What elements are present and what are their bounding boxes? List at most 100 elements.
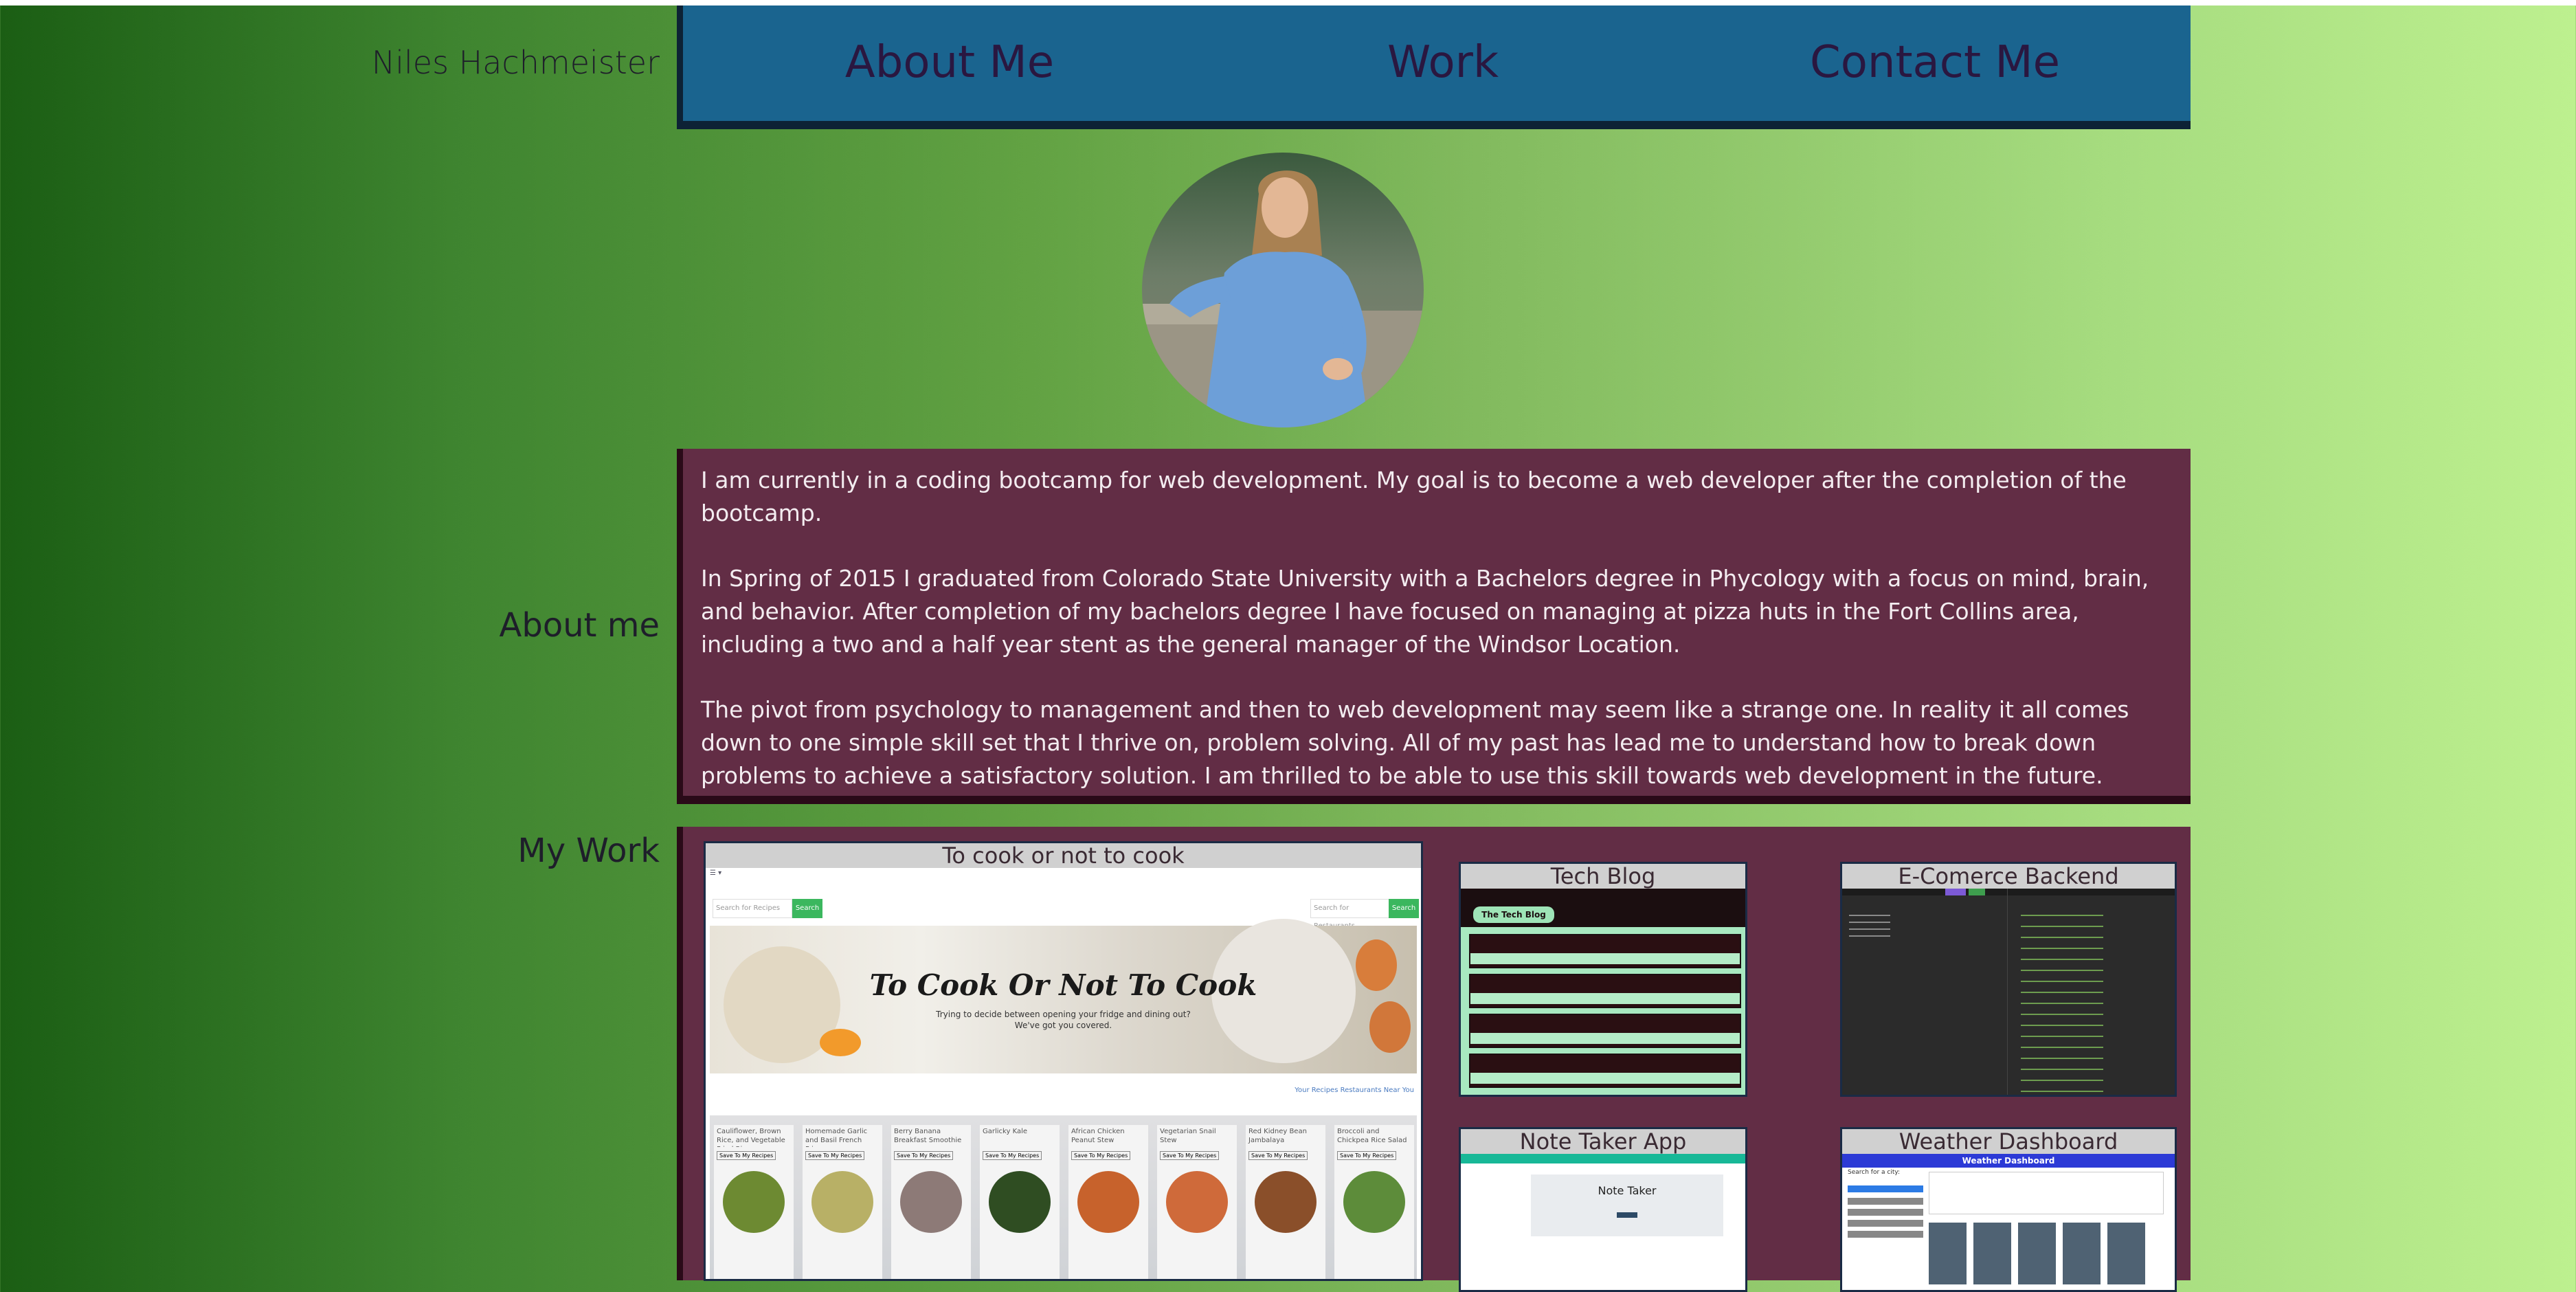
- save-recipe-button: Save To My Recipes: [805, 1151, 865, 1160]
- project-title: Weather Dashboard: [1842, 1129, 2175, 1154]
- work-panel: To cook or not to cook ☰ ▾ Search for Re…: [677, 827, 2191, 1292]
- history-item: [1848, 1209, 1923, 1216]
- jumbotron: Note Taker: [1531, 1174, 1723, 1236]
- blog-post-preview: [1469, 934, 1741, 968]
- recipe-search-input: Search for Recipes: [713, 899, 792, 918]
- recipe-card: Garlicky Kale Save To My Recipes: [980, 1125, 1060, 1279]
- history-item: [1848, 1231, 1923, 1238]
- app-navbar: [1461, 1154, 1745, 1163]
- weather-header: Weather Dashboard: [1842, 1154, 2175, 1168]
- recipe-card: Berry Banana Breakfast Smoothie Save To …: [891, 1125, 971, 1279]
- recipe-image: [811, 1171, 873, 1233]
- save-recipe-button: Save To My Recipes: [1160, 1151, 1220, 1160]
- project-screenshot: The Tech Blog: [1461, 889, 1745, 1095]
- recipe-image: [1077, 1171, 1139, 1233]
- about-section-label: About me: [499, 606, 660, 645]
- recipe-card: Vegetarian Snail Stew Save To My Recipes: [1157, 1125, 1237, 1279]
- hero-subtitle: Trying to decide between opening your fr…: [936, 1010, 1191, 1019]
- json-response: [2021, 909, 2103, 1095]
- note-taker-heading: Note Taker: [1598, 1184, 1657, 1197]
- recipe-name: Vegetarian Snail Stew: [1160, 1128, 1216, 1144]
- save-recipe-button: Save To My Recipes: [983, 1151, 1042, 1160]
- request-body: [1849, 909, 1890, 937]
- hero-banner: To Cook Or Not To Cook Trying to decide …: [710, 919, 1417, 1073]
- project-title: E-Comerce Backend: [1842, 864, 2175, 889]
- recipe-image: [900, 1171, 962, 1233]
- pane-divider: [2007, 889, 2008, 1095]
- search-button: [1848, 1185, 1923, 1192]
- toolbar: [1842, 889, 2175, 895]
- profile-photo: [1142, 153, 1424, 427]
- forecast-card: [1929, 1223, 1967, 1284]
- city-search-label: Search for a city:: [1848, 1169, 1901, 1176]
- nav-contact-me[interactable]: Contact Me: [1810, 37, 2060, 88]
- recipe-image: [1343, 1171, 1405, 1233]
- status-tab: [1969, 889, 1985, 895]
- forecast-card: [2063, 1223, 2101, 1284]
- recipe-name: Garlicky Kale: [983, 1128, 1028, 1135]
- recipe-name: Red Kidney Bean Jambalaya: [1248, 1128, 1307, 1144]
- main-nav: About Me Work Contact Me: [677, 5, 2191, 129]
- about-paragraph: The pivot from psychology to management …: [701, 696, 2129, 789]
- save-recipe-button: Save To My Recipes: [1248, 1151, 1308, 1160]
- history-item: [1848, 1220, 1923, 1227]
- project-screenshot: [1842, 889, 2175, 1095]
- get-started-button: [1617, 1212, 1637, 1218]
- forecast-card: [2018, 1223, 2056, 1284]
- project-title: Note Taker App: [1461, 1129, 1745, 1154]
- top-border: [0, 0, 2576, 5]
- current-weather-box: [1929, 1172, 2164, 1214]
- recipe-card: Broccoli and Chickpea Rice Salad Save To…: [1334, 1125, 1414, 1279]
- recipe-card: Homemade Garlic and Basil French Fries S…: [803, 1125, 882, 1279]
- recipe-image: [1166, 1171, 1228, 1233]
- recipe-name: Berry Banana Breakfast Smoothie: [894, 1128, 962, 1144]
- blog-heading: The Tech Blog: [1473, 906, 1554, 923]
- project-card-note-taker[interactable]: Note Taker App Note Taker: [1459, 1127, 1747, 1292]
- menu-text: ☰ ▾: [710, 869, 722, 877]
- work-section-label: My Work: [517, 832, 660, 870]
- method-tab: [1945, 889, 1966, 895]
- save-recipe-button: Save To My Recipes: [717, 1151, 776, 1160]
- project-card-weather[interactable]: Weather Dashboard Weather Dashboard Sear…: [1840, 1127, 2177, 1292]
- forecast-card: [2107, 1223, 2145, 1284]
- recipe-name: Homemade Garlic and Basil French Fries: [805, 1128, 868, 1147]
- save-recipe-button: Save To My Recipes: [894, 1151, 954, 1160]
- recipe-image: [989, 1171, 1051, 1233]
- project-card-ecommerce[interactable]: E-Comerce Backend: [1840, 862, 2177, 1097]
- hero-subtitle: We've got you covered.: [1014, 1021, 1112, 1030]
- nav-work[interactable]: Work: [1387, 37, 1499, 88]
- recipe-name: Cauliflower, Brown Rice, and Vegetable F…: [717, 1128, 785, 1147]
- page-links: Your Recipes Restaurants Near You: [1295, 1087, 1414, 1094]
- save-recipe-button: Save To My Recipes: [1071, 1151, 1131, 1160]
- recipe-image: [723, 1171, 785, 1233]
- recipe-card: African Chicken Peanut Stew Save To My R…: [1068, 1125, 1148, 1279]
- site-owner-name: Niles Hachmeister: [371, 44, 660, 81]
- about-paragraph: In Spring of 2015 I graduated from Color…: [701, 565, 2149, 658]
- recipe-image: [1255, 1171, 1317, 1233]
- project-screenshot: Weather Dashboard Search for a city:: [1842, 1154, 2175, 1290]
- recipe-card: Red Kidney Bean Jambalaya Save To My Rec…: [1246, 1125, 1325, 1279]
- history-item: [1848, 1198, 1923, 1205]
- hero-title: To Cook Or Not To Cook: [869, 968, 1257, 1002]
- recipe-name: Broccoli and Chickpea Rice Salad: [1337, 1128, 1407, 1144]
- project-screenshot: Note Taker: [1461, 1154, 1745, 1290]
- recipe-grid: Cauliflower, Brown Rice, and Vegetable F…: [710, 1115, 1417, 1279]
- screenshot-header: The Tech Blog: [1461, 889, 1745, 927]
- project-title: To cook or not to cook: [706, 843, 1421, 868]
- restaurant-search-input: Search for Restaurants: [1310, 899, 1390, 930]
- project-screenshot: ☰ ▾ Search for Recipes Search Search for…: [706, 868, 1421, 1279]
- nav-about-me[interactable]: About Me: [845, 37, 1054, 88]
- blog-post-preview: [1469, 1054, 1741, 1088]
- recipe-name: African Chicken Peanut Stew: [1071, 1128, 1125, 1144]
- save-recipe-button: Save To My Recipes: [1337, 1151, 1397, 1160]
- project-card-to-cook[interactable]: To cook or not to cook ☰ ▾ Search for Re…: [704, 841, 1423, 1281]
- blog-post-preview: [1469, 1014, 1741, 1048]
- recipe-card: Cauliflower, Brown Rice, and Vegetable F…: [714, 1125, 794, 1279]
- project-card-tech-blog[interactable]: Tech Blog The Tech Blog: [1459, 862, 1747, 1097]
- blog-post-preview: [1469, 974, 1741, 1008]
- recipe-search-button: Search: [792, 899, 822, 918]
- about-panel: I am currently in a coding bootcamp for …: [677, 449, 2191, 804]
- forecast-card: [1973, 1223, 2011, 1284]
- project-title: Tech Blog: [1461, 864, 1745, 889]
- apricots: [820, 1029, 861, 1056]
